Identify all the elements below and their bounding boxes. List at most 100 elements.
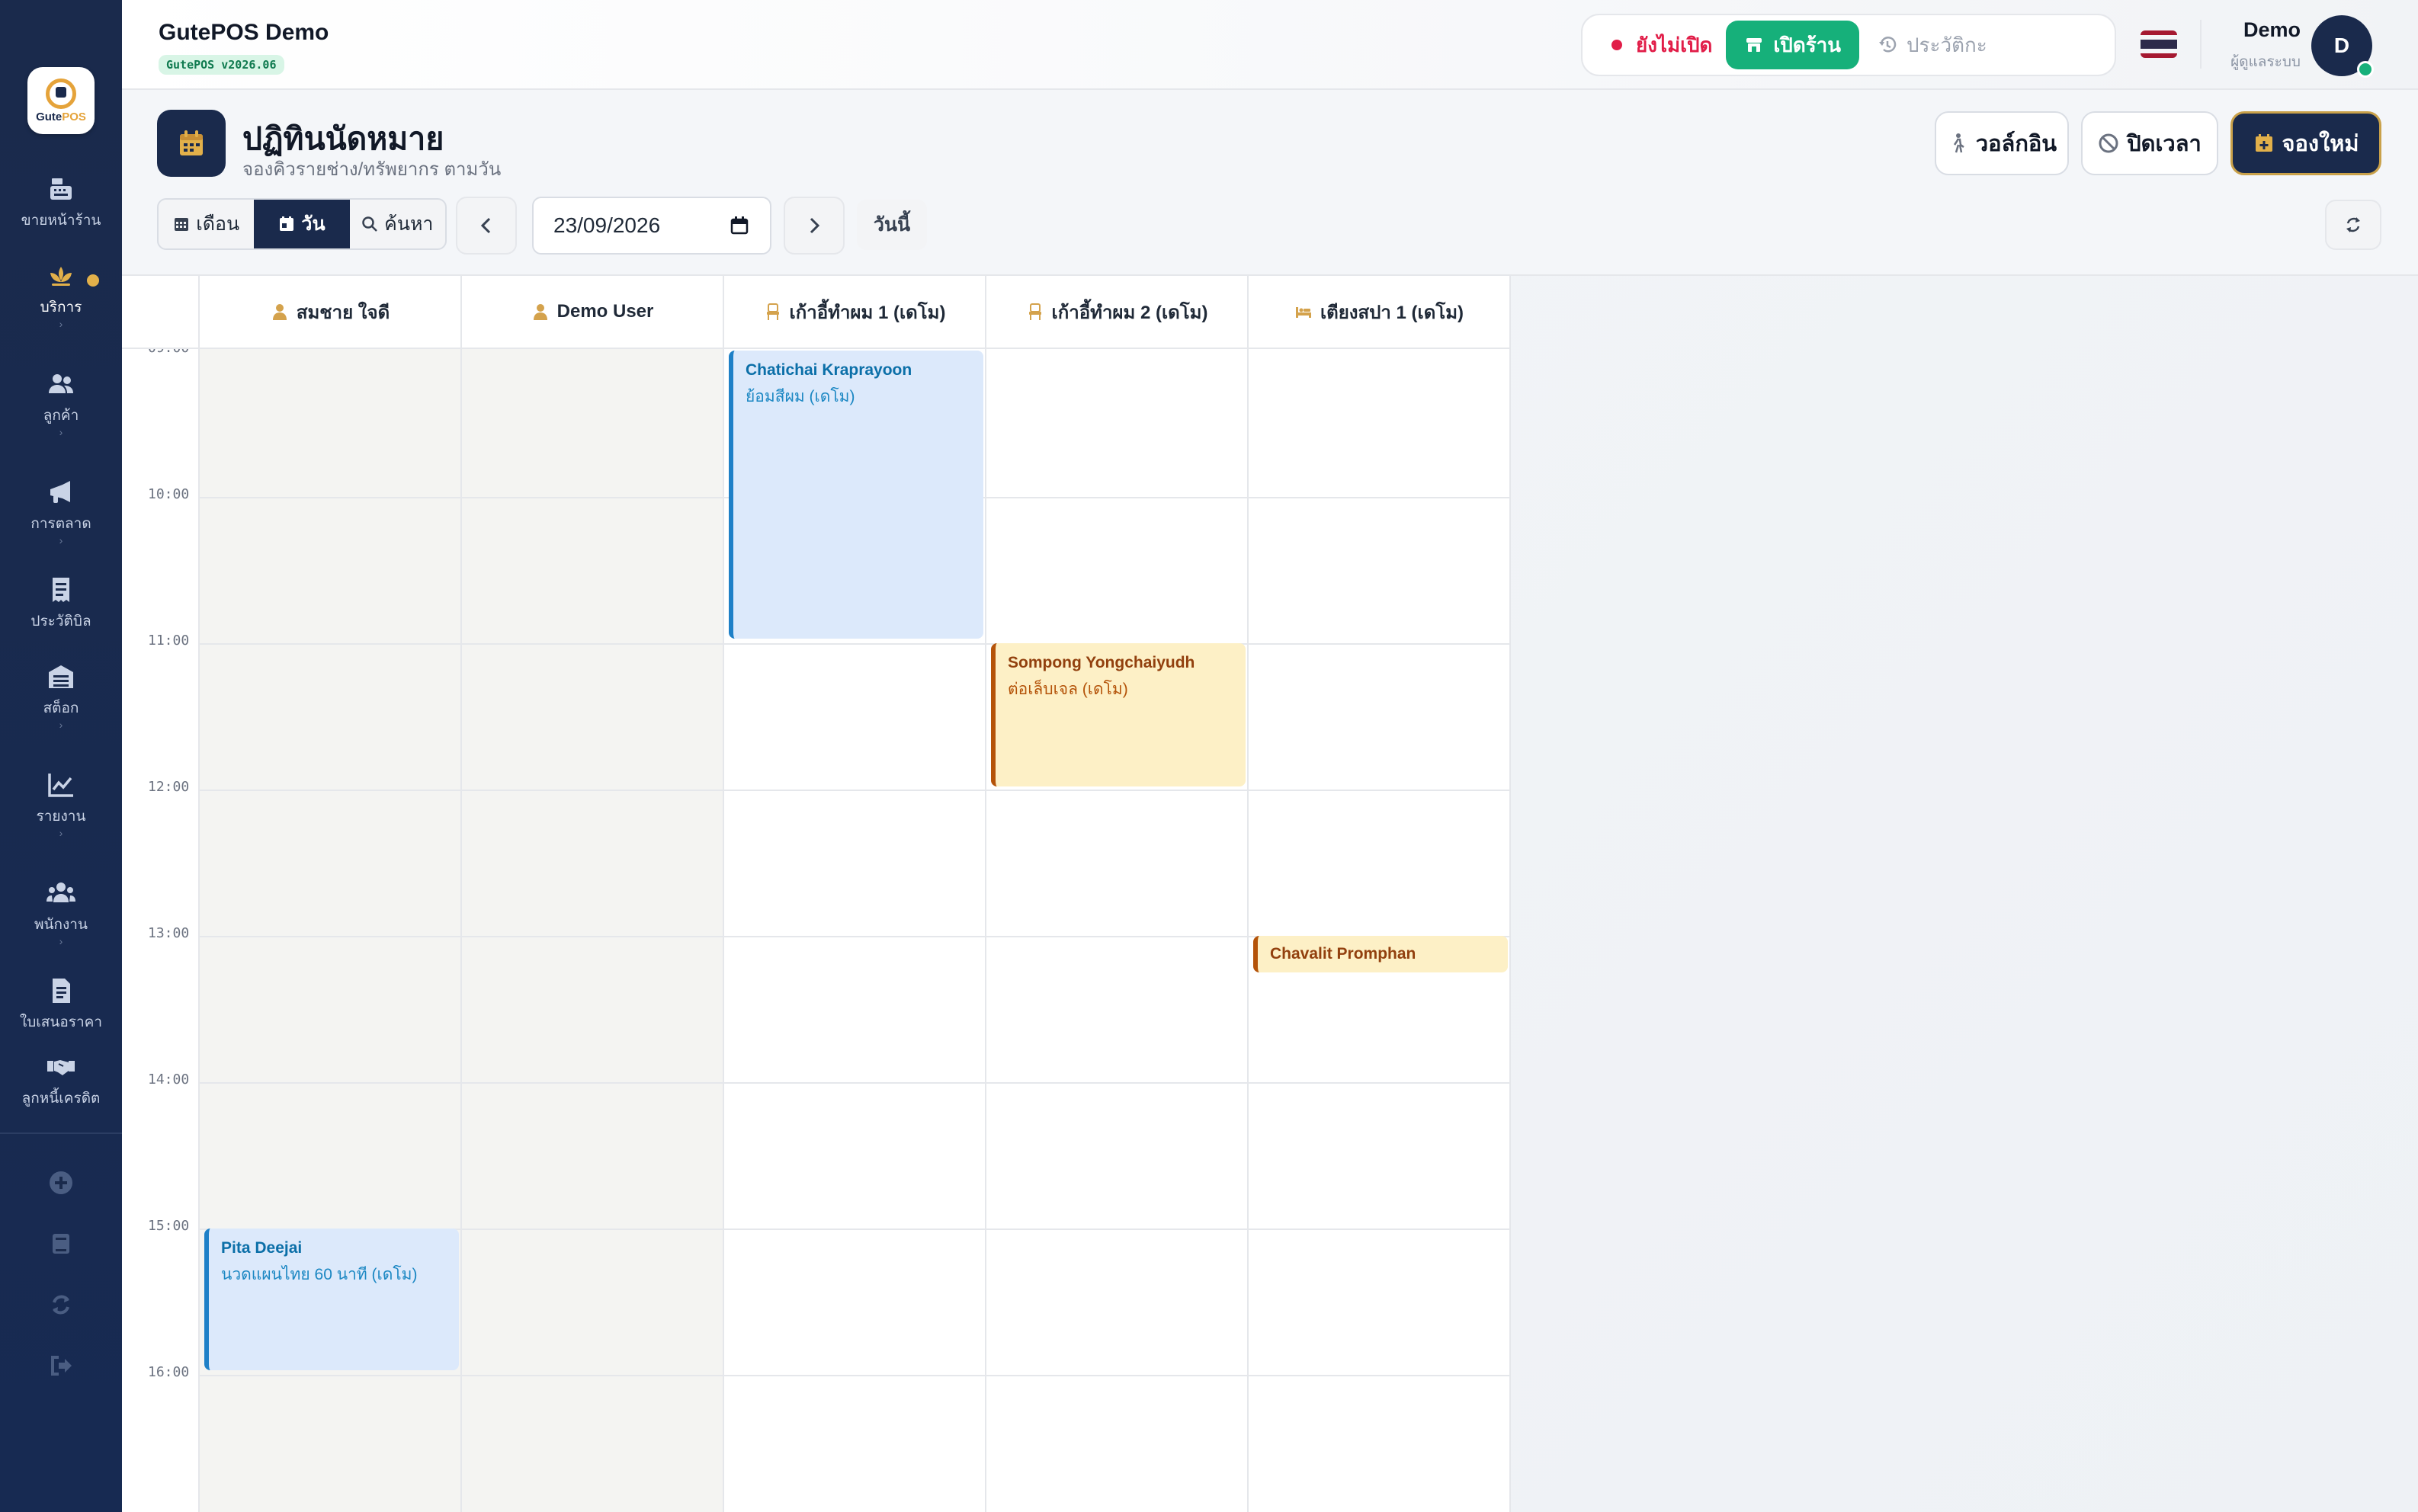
hour-line <box>200 1082 1511 1084</box>
megaphone-icon <box>50 481 70 503</box>
view-toggle: เดือน วัน ค้นหา <box>157 198 447 250</box>
sidebar-item-reports[interactable]: รายงาน › <box>0 750 122 858</box>
refresh-button[interactable] <box>2325 200 2381 250</box>
calendar-icon <box>180 130 203 155</box>
time-gutter <box>122 276 200 1512</box>
logo-text-accent: POS <box>62 110 86 123</box>
sync-button[interactable] <box>0 1274 122 1335</box>
column-header-label: Demo User <box>556 301 654 322</box>
walk-in-button[interactable]: วอล์กอิน <box>1935 111 2069 175</box>
time-label: 15:00 <box>148 1218 190 1234</box>
date-picker-input[interactable]: 23/09/2026 <box>532 197 771 255</box>
sidebar-item-quotation[interactable]: ใบเสนอราคา <box>0 966 122 1043</box>
add-shortcut-button[interactable] <box>0 1152 122 1213</box>
appointment-customer: Sompong Yongchaiyudh <box>1008 654 1195 671</box>
chair-icon <box>766 303 779 320</box>
column-header-label: เตียงสปา 1 (เดโม) <box>1320 302 1464 323</box>
appointment-card[interactable]: Chatichai Kraprayoon ย้อมสีผม (เดโม) <box>729 351 983 639</box>
spa-icon <box>50 267 72 286</box>
new-booking-button[interactable]: จองใหม่ <box>2230 111 2381 175</box>
header-divider <box>2200 20 2202 69</box>
column-body-chair-2[interactable] <box>986 349 1249 1512</box>
sidebar-item-credit[interactable]: ลูกหนี้เครดิต <box>0 1043 122 1119</box>
chair-icon <box>1028 303 1041 320</box>
appointment-card[interactable]: Pita Deejai นวดแผนไทย 60 นาที (เดโม) <box>204 1228 459 1370</box>
sidebar-item-label: ขายหน้าร้าน <box>21 213 101 229</box>
walk-in-label: วอล์กอิน <box>1975 132 2057 156</box>
block-time-button[interactable]: ปิดเวลา <box>2081 111 2218 175</box>
open-store-label: เปิดร้าน <box>1773 33 1842 56</box>
calendar-plus-icon <box>2255 134 2272 152</box>
thai-flag-icon[interactable] <box>2141 30 2177 58</box>
hour-line <box>200 790 1511 791</box>
header-corner <box>122 276 200 349</box>
calendar-grid-icon <box>175 218 189 231</box>
time-label: 11:00 <box>148 633 190 649</box>
chevron-left-icon <box>480 217 491 234</box>
refresh-icon <box>2346 217 2360 232</box>
new-booking-label: จองใหม่ <box>2282 132 2359 156</box>
logout-button[interactable] <box>0 1335 122 1396</box>
hour-line <box>200 643 1511 645</box>
column-body-demo-user[interactable] <box>462 349 724 1512</box>
appointment-customer: Chavalit Promphan <box>1270 945 1416 963</box>
user-icon <box>272 304 287 320</box>
column-header-label: เก้าอี้ทำผม 2 (เดโม) <box>1051 302 1208 323</box>
manual-button[interactable] <box>0 1213 122 1274</box>
bed-icon <box>1295 307 1311 318</box>
view-month-button[interactable]: เดือน <box>159 200 254 248</box>
view-search-label: ค้นหา <box>384 213 434 235</box>
shift-history-button[interactable]: ประวัติกะ <box>1859 21 2006 69</box>
next-day-button[interactable] <box>784 197 845 255</box>
column-header-somchai: สมชาย ใจดี <box>200 276 462 349</box>
calendar-small-icon[interactable] <box>729 215 750 236</box>
chevron-right-icon: › <box>59 534 63 546</box>
today-button[interactable]: วันนี้ <box>857 200 927 250</box>
view-day-label: วัน <box>301 213 326 235</box>
column-header-label: เก้าอี้ทำผม 1 (เดโม) <box>789 302 946 323</box>
block-time-label: ปิดเวลา <box>2127 132 2202 156</box>
prev-day-button[interactable] <box>456 197 517 255</box>
handshake-icon <box>47 1060 75 1075</box>
sidebar-item-marketing[interactable]: การตลาด › <box>0 457 122 565</box>
walking-icon <box>1953 133 1964 153</box>
sidebar-item-label: ลูกค้า <box>43 408 79 424</box>
sidebar-item-pos[interactable]: ขายหน้าร้าน <box>0 165 122 241</box>
version-badge: GutePOS v2026.06 <box>159 55 284 75</box>
view-search-button[interactable]: ค้นหา <box>350 200 445 248</box>
status-dot-icon <box>1611 40 1622 50</box>
app-title: GutePOS Demo <box>159 20 329 45</box>
sidebar-item-label: บริการ <box>40 300 82 316</box>
sidebar-item-customers[interactable]: ลูกค้า › <box>0 349 122 457</box>
appointment-customer: Chatichai Kraprayoon <box>746 361 912 379</box>
day-calendar-grid: 09:00 10:00 11:00 12:00 13:00 14:00 15:0… <box>122 276 1511 1512</box>
ban-icon <box>2099 133 2118 153</box>
open-store-button[interactable]: เปิดร้าน <box>1726 21 1860 69</box>
sidebar-item-label: พนักงาน <box>34 917 88 933</box>
sidebar-item-stock[interactable]: สต็อก › <box>0 642 122 750</box>
view-day-button[interactable]: วัน <box>254 200 350 248</box>
app-logo[interactable]: GutePOS <box>27 67 95 134</box>
appointment-customer: Pita Deejai <box>221 1239 303 1257</box>
online-status-dot <box>2357 61 2374 78</box>
column-header-chair-1: เก้าอี้ทำผม 1 (เดโม) <box>724 276 986 349</box>
notification-dot <box>87 274 99 287</box>
store-status: ยังไม่เปิด <box>1589 21 1726 69</box>
receipt-icon <box>53 578 69 602</box>
sidebar-item-staff[interactable]: พนักงาน › <box>0 858 122 966</box>
cash-register-icon <box>50 178 72 200</box>
logo-text: Gute <box>36 110 63 123</box>
appointment-service: ต่อเล็บเจล (เดโม) <box>1008 681 1128 698</box>
time-label: 14:00 <box>148 1072 190 1088</box>
sidebar-item-label: การตลาด <box>30 516 91 532</box>
shift-status-group: ยังไม่เปิด เปิดร้าน ประวัติกะ <box>1581 14 2116 76</box>
sidebar-item-service[interactable]: บริการ › <box>0 241 122 349</box>
sidebar-item-label: ประวัติบิล <box>30 613 91 629</box>
sidebar-item-bill-history[interactable]: ประวัติบิล <box>0 565 122 642</box>
column-body-spa-bed-1[interactable] <box>1249 349 1511 1512</box>
store-status-label: ยังไม่เปิด <box>1636 33 1713 56</box>
appointment-card[interactable]: Chavalit Promphan <box>1253 936 1508 972</box>
sidebar-item-label: ใบเสนอราคา <box>19 1014 103 1030</box>
appointment-card[interactable]: Sompong Yongchaiyudh ต่อเล็บเจล (เดโม) <box>991 643 1246 786</box>
sidebar: GutePOS ขายหน้าร้าน บริการ › ลูกค้า › กา… <box>0 0 122 1512</box>
